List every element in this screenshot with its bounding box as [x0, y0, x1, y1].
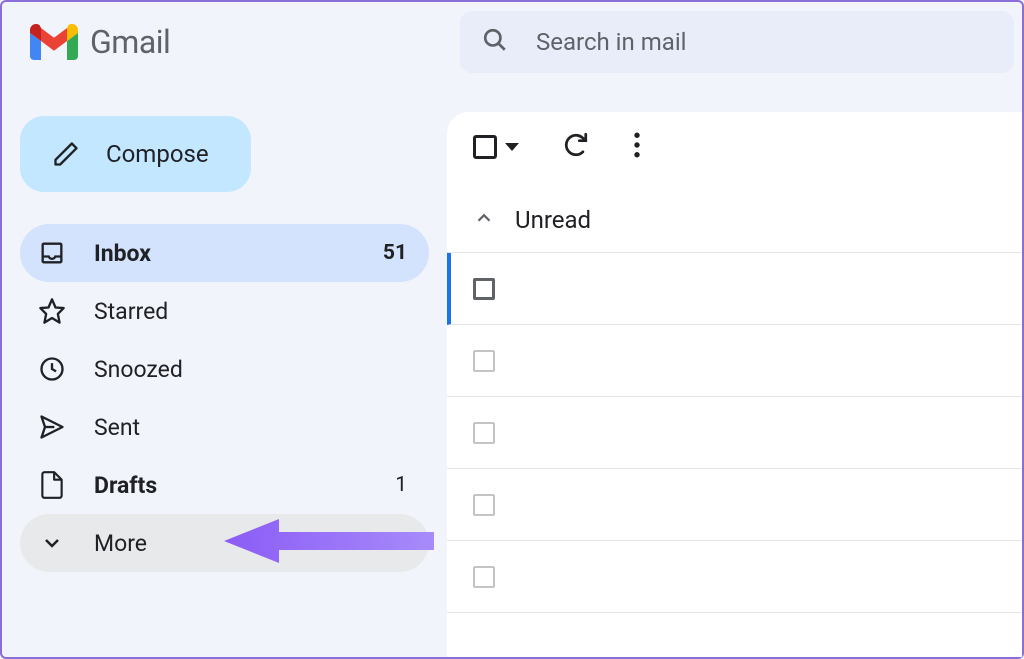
mail-toolbar	[447, 112, 1022, 184]
search-bar[interactable]	[460, 11, 1014, 73]
select-all-checkbox[interactable]	[473, 135, 519, 159]
send-icon	[38, 413, 66, 441]
row-checkbox[interactable]	[473, 422, 495, 444]
sidebar-item-drafts[interactable]: Drafts 1	[20, 456, 429, 514]
row-checkbox[interactable]	[473, 494, 495, 516]
chevron-down-icon	[38, 529, 66, 557]
sidebar-item-inbox[interactable]: Inbox 51	[20, 224, 429, 282]
app-name: Gmail	[90, 23, 170, 61]
sidebar-item-label: Inbox	[94, 240, 355, 267]
mail-row[interactable]	[447, 397, 1022, 469]
caret-down-icon	[505, 143, 519, 151]
mail-content: Unread	[447, 112, 1022, 657]
inbox-count: 51	[383, 241, 407, 265]
row-checkbox[interactable]	[473, 566, 495, 588]
sidebar-item-label: Starred	[94, 298, 407, 325]
compose-button[interactable]: Compose	[20, 116, 251, 192]
sidebar-item-label: Drafts	[94, 472, 367, 499]
pencil-icon	[52, 140, 80, 168]
mail-row[interactable]	[447, 469, 1022, 541]
checkbox-icon	[473, 135, 497, 159]
row-checkbox[interactable]	[473, 350, 495, 372]
row-checkbox[interactable]	[473, 278, 495, 300]
sidebar-item-sent[interactable]: Sent	[20, 398, 429, 456]
search-icon	[482, 27, 508, 57]
search-input[interactable]	[536, 28, 992, 56]
mail-row[interactable]	[447, 253, 1022, 325]
mail-row[interactable]	[447, 541, 1022, 613]
sidebar-item-snoozed[interactable]: Snoozed	[20, 340, 429, 398]
sidebar-item-more[interactable]: More	[20, 514, 429, 572]
star-icon	[38, 297, 66, 325]
clock-icon	[38, 355, 66, 383]
mail-row[interactable]	[447, 325, 1022, 397]
app-logo-wrap: Gmail	[30, 23, 460, 61]
sidebar-item-label: Snoozed	[94, 356, 407, 383]
sidebar-item-starred[interactable]: Starred	[20, 282, 429, 340]
unread-section-header[interactable]: Unread	[447, 184, 1022, 252]
refresh-button[interactable]	[563, 132, 589, 162]
gmail-logo-icon	[30, 24, 78, 60]
drafts-count: 1	[395, 473, 407, 497]
sidebar-item-label: Sent	[94, 414, 407, 441]
mail-list	[447, 252, 1022, 613]
sidebar: Compose Inbox 51 Starred Snoozed S	[2, 82, 447, 657]
inbox-icon	[38, 239, 66, 267]
more-actions-button[interactable]	[633, 132, 641, 162]
compose-label: Compose	[106, 140, 209, 168]
sidebar-item-label: More	[94, 530, 407, 557]
file-icon	[38, 471, 66, 499]
unread-label: Unread	[515, 206, 591, 234]
chevron-up-icon	[473, 207, 495, 233]
